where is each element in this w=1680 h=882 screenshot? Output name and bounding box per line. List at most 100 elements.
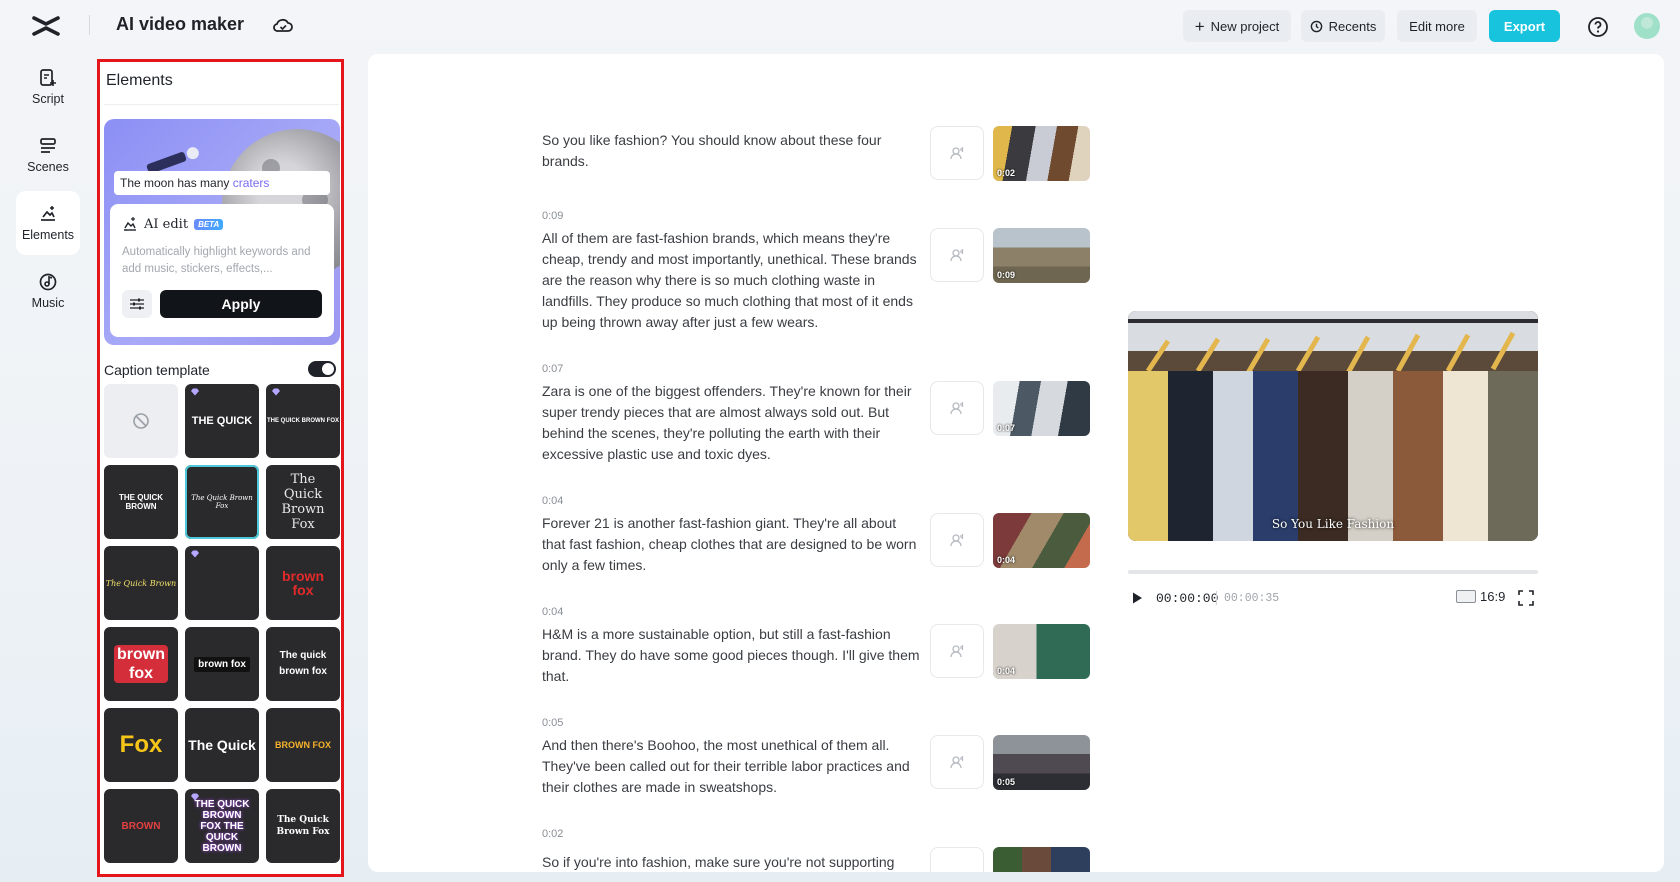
voice-icon [950,534,964,547]
scene-duration: 0:07 [542,363,564,375]
caption-template[interactable]: BROWN [104,789,178,863]
ai-edit-icon [124,217,136,231]
scene-thumbnail[interactable]: 0:05 [993,735,1090,790]
scene-thumbnail[interactable]: 0:09 [993,228,1090,283]
total-time: 00:00:35 [1224,592,1280,605]
scene-text[interactable]: Zara is one of the biggest offenders. Th… [542,381,922,465]
current-time: 00:00:00 [1156,591,1219,606]
ai-edit-header: AI edit BETA [122,216,224,232]
ai-settings-button[interactable] [122,290,152,318]
capcut-logo-icon[interactable] [30,12,62,40]
caption-template[interactable]: THE QUICK BROWN FOX [266,384,340,458]
caption-template[interactable]: THE QUICK BROWN [104,465,178,539]
user-avatar[interactable] [1634,13,1660,39]
edit-more-button[interactable]: Edit more [1397,10,1477,42]
scene-thumbnail[interactable]: 0:04 [993,624,1090,679]
ai-edit-description: Automatically highlight keywords and add… [122,246,311,275]
voice-button[interactable] [930,513,984,567]
sample-caption: The moon has many craters [114,171,330,195]
caption-template[interactable]: THE QUICK [185,384,259,458]
help-icon[interactable] [1586,15,1610,39]
caption-template-title: Caption template [104,362,210,378]
nav-scenes[interactable]: Scenes [16,123,80,187]
caption-template[interactable]: The Quick Brown Fox [266,789,340,863]
panel-title: Elements [106,72,173,89]
aspect-ratio-button[interactable]: 16:9 [1456,589,1505,604]
playback-progress-bar[interactable] [1128,570,1538,574]
scene-text[interactable]: All of them are fast-fashion brands, whi… [542,228,922,333]
elements-icon [41,206,55,221]
scene-thumbnail[interactable] [993,847,1090,872]
caption-template[interactable]: THE QUICK BROWN FOX THE QUICK BROWN [185,789,259,863]
scene-thumbnail[interactable]: 0:04 [993,513,1090,568]
caption-template-selected[interactable]: The Quick Brown Fox [185,465,259,539]
fullscreen-icon[interactable] [1518,590,1534,606]
caption-template[interactable]: The quick brown fox [266,627,340,701]
preview-frame-image [1128,311,1538,541]
voice-button[interactable] [930,381,984,435]
elements-panel: Elements The moon has many craters AI ed… [97,59,344,877]
premium-gem-icon [191,550,199,558]
aspect-ratio-icon [1456,590,1476,603]
scene-duration: 0:04 [542,495,564,507]
caption-template[interactable]: brown fox [185,627,259,701]
voice-button[interactable] [930,126,984,180]
caption-template[interactable]: Fox [104,708,178,782]
voice-icon [950,402,964,415]
scene-text[interactable]: And then there's Boohoo, the most unethi… [542,735,922,798]
scene-text[interactable]: So you like fashion? You should know abo… [542,130,922,172]
nav-script[interactable]: Script [16,55,80,119]
caption-template[interactable] [185,546,259,620]
caption-template-toggle[interactable] [308,361,336,377]
cloud-sync-icon[interactable] [272,15,294,37]
ai-edit-card: The moon has many craters AI edit BETA A… [104,119,340,345]
preview-caption: So You Like Fashion [1271,517,1395,531]
no-template-icon [133,413,149,429]
voice-icon [950,249,964,262]
nav-music[interactable]: Music [16,259,80,323]
premium-gem-icon [272,388,280,396]
voice-icon [950,756,964,769]
scene-duration: 0:02 [542,828,564,840]
voice-button[interactable] [930,228,984,282]
beta-badge: BETA [194,218,224,230]
scene-thumbnail[interactable]: 0:02 [993,126,1090,181]
scene-text[interactable]: Forever 21 is another fast-fashion giant… [542,513,922,576]
apply-button[interactable]: Apply [160,290,322,318]
voice-button[interactable] [930,624,984,678]
recents-button[interactable]: Recents [1301,10,1385,42]
time-divider [1216,591,1217,605]
caption-template[interactable]: The Quick Brown Fox [266,465,340,539]
sliders-icon [130,298,144,310]
scene-text[interactable]: So if you're into fashion, make sure you… [542,852,922,872]
panel-divider [104,104,339,105]
premium-gem-icon [191,793,199,801]
caption-template[interactable]: brown fox [266,546,340,620]
caption-template[interactable]: brown fox [104,627,178,701]
app-title: AI video maker [116,14,245,34]
caption-template[interactable]: The Quick [185,708,259,782]
clock-icon [1310,20,1322,32]
premium-gem-icon [191,388,199,396]
voice-icon [950,645,964,658]
video-preview[interactable]: So You Like Fashion [1128,311,1538,541]
caption-template-none[interactable] [104,384,178,458]
scene-text[interactable]: H&M is a more sustainable option, but st… [542,624,922,687]
new-project-button[interactable]: + New project [1183,10,1291,42]
title-divider [89,15,90,35]
play-icon[interactable] [1130,591,1144,605]
ai-edit-box: AI edit BETA Automatically highlight key… [110,204,334,337]
caption-template[interactable]: The Quick Brown [104,546,178,620]
voice-icon [950,147,964,160]
voice-button[interactable] [930,735,984,789]
export-button[interactable]: Export [1489,10,1560,42]
scene-thumbnail[interactable]: 0:07 [993,381,1090,436]
caption-template[interactable]: BROWN FOX [266,708,340,782]
voice-button[interactable] [930,847,984,872]
scene-duration: 0:04 [542,606,564,618]
nav-elements[interactable]: Elements [16,191,80,255]
script-icon [40,69,56,86]
plus-icon: + [1194,16,1205,36]
scene-duration: 0:09 [542,210,564,222]
top-bar: AI video maker + New project Recents Edi… [0,0,1680,52]
